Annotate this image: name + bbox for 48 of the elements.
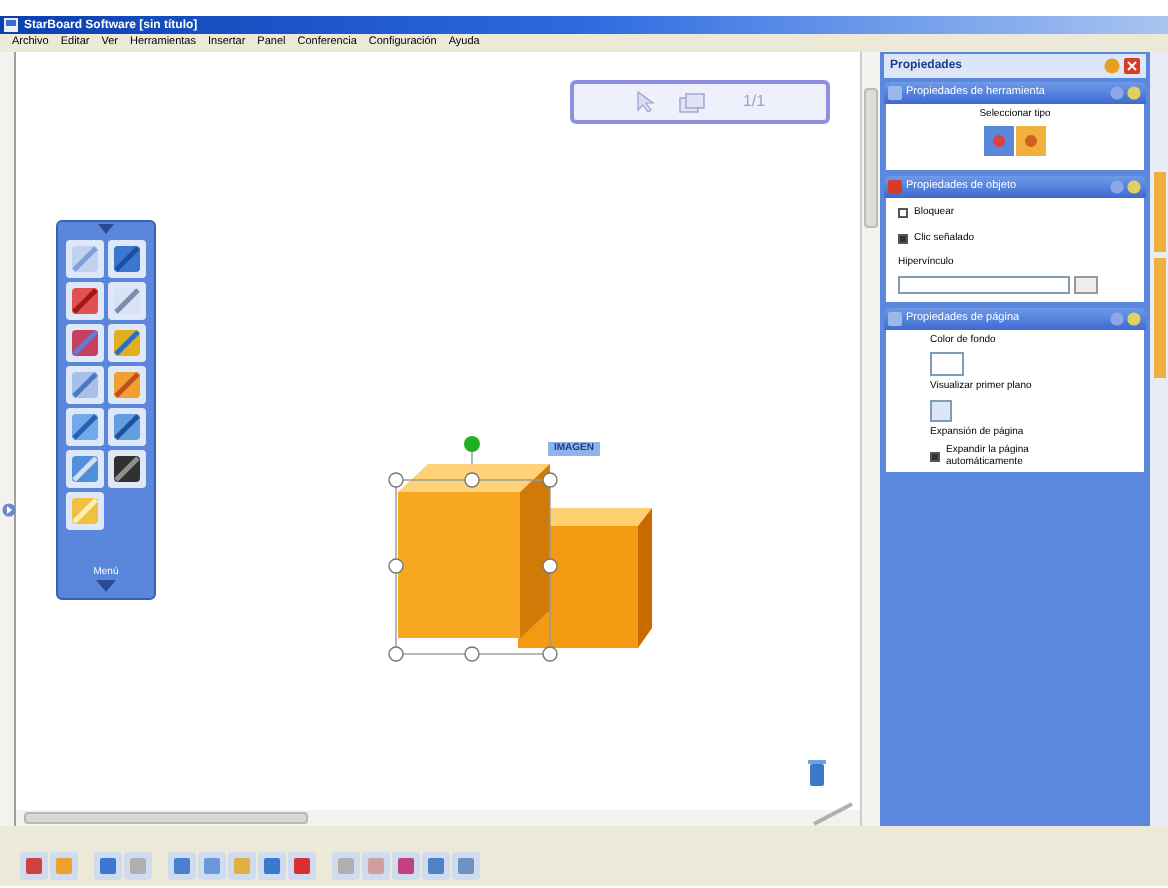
pointer-icon[interactable]	[634, 90, 659, 114]
checkbox[interactable]	[898, 208, 908, 219]
side-tab[interactable]	[1153, 258, 1165, 378]
section-icon	[888, 180, 902, 194]
toolbar-icon[interactable]	[198, 852, 226, 880]
toolbar-icon[interactable]	[288, 852, 316, 880]
toolbar-icon[interactable]	[362, 852, 390, 880]
tool-icon[interactable]	[66, 408, 104, 446]
checkbox[interactable]	[930, 451, 940, 461]
tool-icon[interactable]	[108, 408, 146, 446]
tool-icon[interactable]	[108, 450, 146, 488]
toolbar-icon[interactable]	[422, 852, 450, 880]
toolbar-icon[interactable]	[332, 852, 360, 880]
toolbar-icon[interactable]	[392, 852, 420, 880]
section-icon	[888, 311, 902, 325]
type-icon[interactable]	[984, 125, 1014, 155]
toolbar-icon[interactable]	[94, 852, 122, 880]
collapse-arrow-icon[interactable]	[96, 222, 116, 236]
toolbar-icon[interactable]	[452, 852, 480, 880]
section-buttons-icon[interactable]	[1110, 86, 1142, 100]
side-tab[interactable]	[1153, 172, 1165, 252]
resize-grip-icon[interactable]	[812, 802, 856, 826]
section-icon	[888, 86, 902, 100]
foreground-button[interactable]	[930, 399, 952, 421]
trash-icon[interactable]	[808, 760, 826, 788]
scrollbar-thumb[interactable]	[864, 88, 878, 228]
pages-icon[interactable]	[678, 91, 707, 113]
expand-arrow-icon[interactable]	[93, 578, 118, 594]
toolbar-icon[interactable]	[124, 852, 152, 880]
checkbox[interactable]	[898, 233, 908, 244]
toolbar-icon[interactable]	[228, 852, 256, 880]
expand-arrow-icon[interactable]	[2, 502, 16, 518]
close-icon[interactable]	[1124, 58, 1140, 74]
toolbar-icon[interactable]	[168, 852, 196, 880]
section-buttons-icon[interactable]	[1110, 311, 1142, 325]
toolbar-icon[interactable]	[258, 852, 286, 880]
link-field[interactable]	[898, 275, 1070, 293]
page-counter: 1/1	[742, 90, 766, 114]
tool-icon[interactable]	[66, 282, 104, 320]
color-picker[interactable]	[930, 352, 964, 376]
section-buttons-icon[interactable]	[1110, 180, 1142, 194]
tool-icon[interactable]	[108, 240, 146, 278]
app-icon	[4, 18, 18, 32]
browse-button[interactable]	[1074, 275, 1098, 293]
toolbar-icon[interactable]	[20, 852, 48, 880]
toolbar-icon[interactable]	[50, 852, 78, 880]
scrollbar-thumb[interactable]	[24, 812, 308, 824]
type-icon[interactable]	[1016, 125, 1046, 155]
